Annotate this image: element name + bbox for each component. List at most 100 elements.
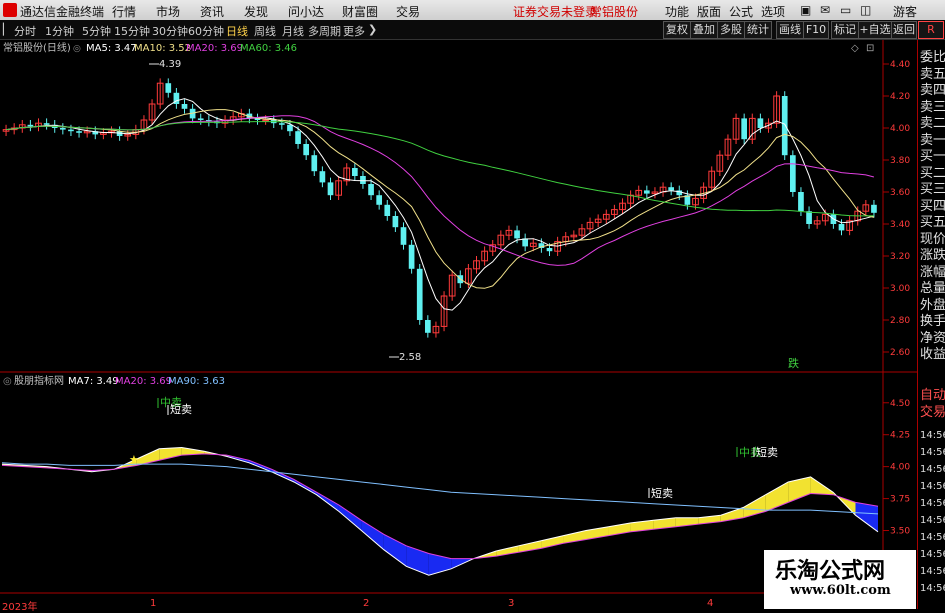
biaoji-button[interactable]: 标记 (831, 21, 859, 39)
quote-side-panel: 委比 卖五 卖四 卖三 卖二 卖一 买一 买二 买三 买四 买五 现价 涨跌 涨幅 总量 外盘 换手 净资 收益 自动… (917, 40, 945, 609)
candle-body (789, 155, 796, 192)
huaxian-button[interactable]: 画线 (776, 21, 804, 39)
menu-item-hangqing[interactable]: 行情 (112, 3, 136, 20)
menu-item-jiaoyi[interactable]: 交易 (396, 3, 420, 20)
menu-item-xuanxiang[interactable]: 选项 (761, 3, 785, 20)
candle-body (262, 119, 269, 122)
die-signal-label: 跌 (788, 356, 799, 370)
menu-item-gongneng[interactable]: 功能 (665, 3, 689, 20)
ind-ribbon-segment (361, 520, 384, 550)
menu-item-shichang[interactable]: 市场 (156, 3, 180, 20)
candle-body (360, 176, 366, 184)
ind-tick-label: 3.50 (890, 527, 910, 537)
menu-item-zixun[interactable]: 资讯 (200, 3, 224, 20)
ma60-legend: MA60: 3.46 (240, 43, 297, 54)
candle-body (871, 204, 877, 213)
side-label: 收益 (920, 347, 945, 362)
price-tick-label: 2.80 (890, 316, 910, 326)
candle-body (278, 123, 285, 125)
ind-tick-label: 3.75 (890, 495, 910, 505)
candles-group (2, 78, 877, 338)
menu-item-gongshi[interactable]: 公式 (729, 3, 753, 20)
candle-body (741, 118, 748, 140)
user-icon[interactable]: ▣ (800, 3, 811, 17)
candle-body (287, 124, 293, 132)
candle-body (668, 187, 675, 191)
side-label: 14:56 (920, 583, 945, 594)
candle-body (408, 244, 415, 269)
price-tick-label: 4.40 (890, 60, 910, 70)
candle-body (384, 204, 391, 216)
high-price-label: 4.39 (159, 59, 181, 70)
app-logo-icon (3, 3, 17, 17)
chart-settings-icon[interactable]: ◇ (851, 43, 859, 54)
r-badge[interactable]: R (918, 21, 944, 39)
date-label-feb: 2 (363, 598, 370, 609)
ind-ma90-legend: MA90: 3.63 (168, 376, 225, 387)
candle-body (376, 195, 383, 205)
menu-bar: 通达信金融终端 行情 市场 资讯 发现 问小达 财富圈 交易 证券交易未登录 常… (0, 0, 945, 21)
tongji-button[interactable]: 统计 (744, 21, 772, 39)
message-icon[interactable]: ✉ (820, 3, 830, 17)
period-tab-1min[interactable]: 1分钟 (45, 23, 74, 39)
ind-ma20-legend: MA20: 3.69 (115, 376, 172, 387)
duogu-button[interactable]: 多股 (717, 21, 745, 39)
guest-label[interactable]: 游客 (893, 3, 917, 20)
indicator-settings-icon[interactable]: ◎ (3, 376, 12, 387)
menu-stock-name: 常铝股份 (590, 5, 639, 19)
date-label-apr: 4 (707, 598, 714, 609)
login-notice[interactable]: 证券交易未登录 (513, 3, 597, 20)
menu-item-banmian[interactable]: 版面 (697, 3, 721, 20)
add-favorite-button[interactable]: +自选 (858, 21, 892, 39)
period-tab-15min[interactable]: 15分钟 (114, 23, 150, 39)
back-button[interactable]: 返回 (891, 21, 917, 39)
period-tab-weekly[interactable]: 周线 (254, 23, 276, 39)
candle-body (327, 182, 334, 196)
candle-body (59, 128, 66, 130)
settings-gear-icon[interactable]: ◎ (73, 44, 81, 54)
price-tick-label: 3.80 (890, 156, 910, 166)
period-tab[interactable]: ▏ (3, 23, 11, 36)
indicator-panel-title: 股朋指标网 (14, 374, 64, 387)
period-tab-5min[interactable]: 5分钟 (82, 23, 111, 39)
f10-button[interactable]: F10 (803, 21, 829, 39)
period-tab-monthly[interactable]: 月线 (282, 23, 304, 39)
menu-item-wenxiaoda[interactable]: 问小达 (288, 3, 324, 20)
price-tick-label: 3.60 (890, 188, 910, 198)
candle-body (68, 129, 74, 132)
date-label-jan: 1 (150, 598, 157, 609)
menu-item-faxian[interactable]: 发现 (244, 3, 268, 20)
window-icon[interactable]: ◫ (860, 3, 871, 17)
chart-close-icon[interactable]: ⊡ (866, 43, 874, 54)
candle-body (43, 123, 50, 125)
side-label: 14:56 (920, 430, 945, 441)
candle-body (838, 224, 845, 231)
period-tab-more[interactable]: 更多 (343, 23, 365, 39)
period-tab-30min[interactable]: 30分钟 (152, 23, 188, 39)
ind-ribbon-segment (159, 447, 182, 461)
side-label: 14:56 (920, 532, 945, 543)
side-label[interactable]: 交易 (920, 401, 945, 420)
candle-body (416, 268, 423, 320)
diejia-button[interactable]: 叠加 (690, 21, 718, 39)
ind-tick-label: 4.50 (890, 399, 910, 409)
side-label: 14:56 (920, 549, 945, 560)
more-chevron-icon[interactable]: ❯ (368, 23, 377, 36)
candle-body (806, 211, 812, 224)
fuquan-button[interactable]: 复权 (663, 21, 691, 39)
candle-body (757, 118, 764, 128)
price-tick-label: 4.20 (890, 92, 910, 102)
candle-body (311, 155, 318, 172)
minimize-icon[interactable]: ▭ (840, 3, 851, 17)
period-tab-60min[interactable]: 60分钟 (188, 23, 224, 39)
side-label: 14:56 (920, 498, 945, 509)
date-label-year: 2023年 (2, 602, 38, 613)
menu-item-caifuquan[interactable]: 财富圈 (342, 3, 378, 20)
signal-duanmai-2: 短卖 (756, 445, 778, 459)
period-tab-fenshi[interactable]: 分时 (14, 23, 36, 39)
chart-area[interactable]: 4.40 4.20 4.00 3.80 3.60 3.40 3.20 3.00 2.80 2.60… (0, 40, 917, 609)
watermark-title: 乐淘公式网 (775, 559, 886, 584)
price-tick-label: 3.00 (890, 284, 910, 294)
period-tab-multi[interactable]: 多周期 (308, 23, 341, 39)
period-tab-daily[interactable]: 日线 (226, 23, 248, 39)
